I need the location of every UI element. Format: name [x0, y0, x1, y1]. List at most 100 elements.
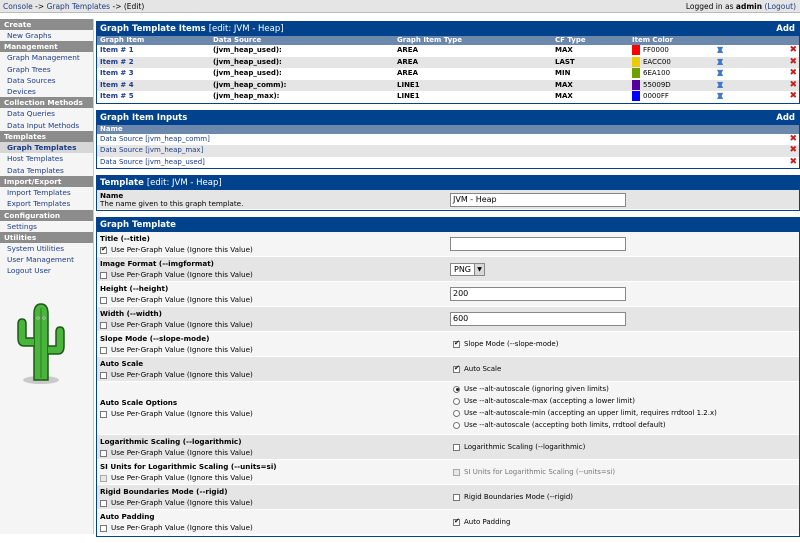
item-color-hex: FF0000: [643, 46, 669, 54]
log-checkbox[interactable]: [453, 443, 460, 451]
template-name-input[interactable]: JVM - Heap: [450, 193, 626, 207]
sidebar-item[interactable]: Graph Management: [0, 52, 93, 63]
width-per-graph: Use Per-Graph Value (Ignore this Value): [100, 320, 253, 329]
sidebar-item[interactable]: Data Templates: [0, 165, 93, 176]
per-graph-checkbox[interactable]: [100, 346, 107, 354]
delete-icon[interactable]: ✖: [789, 134, 797, 146]
per-graph-label: Use Per-Graph Value (Ignore this Value): [111, 370, 253, 379]
item-type: AREA: [397, 46, 419, 54]
sidebar-item[interactable]: Host Templates: [0, 153, 93, 164]
rigid-per-graph: Use Per-Graph Value (Ignore this Value): [100, 498, 253, 507]
item-link[interactable]: Item # 5: [100, 91, 134, 103]
radio-button[interactable]: [453, 397, 460, 405]
col-data-source: Data Source: [213, 36, 262, 44]
panel-header: Template [edit: JVM - Heap]: [97, 176, 799, 190]
item-cf: LAST: [555, 57, 575, 66]
sidebar-item[interactable]: Graph Templates: [0, 142, 93, 154]
per-graph-label: Use Per-Graph Value (Ignore this Value): [111, 409, 253, 418]
input-link[interactable]: Data Source [jvm_heap_used]: [100, 157, 205, 169]
rigid-checkbox[interactable]: [453, 493, 460, 501]
sidebar-item[interactable]: Data Input Methods: [0, 120, 93, 131]
delete-icon[interactable]: ✖: [789, 91, 797, 103]
arrow-up-icon[interactable]: ▲: [717, 80, 723, 89]
arrow-up-icon[interactable]: ▲: [717, 57, 723, 66]
add-input-button[interactable]: Add: [776, 111, 795, 125]
height-input[interactable]: 200: [450, 287, 626, 301]
per-graph-checkbox[interactable]: [100, 474, 107, 482]
add-item-button[interactable]: Add: [776, 22, 795, 36]
imgformat-select[interactable]: PNG ▼: [450, 263, 485, 276]
sidebar-item[interactable]: System Utilities: [0, 243, 93, 254]
item-link[interactable]: Item # 4: [100, 80, 134, 92]
col-name: Name: [100, 124, 123, 133]
item-link[interactable]: Item # 1: [100, 45, 134, 57]
radio-button[interactable]: [453, 409, 460, 417]
delete-icon[interactable]: ✖: [789, 45, 797, 57]
per-graph-checkbox[interactable]: [100, 245, 107, 254]
per-graph-checkbox[interactable]: [100, 499, 107, 507]
per-graph-checkbox[interactable]: [100, 449, 107, 457]
logout-link[interactable]: (Logout): [764, 2, 796, 11]
per-graph-label: Use Per-Graph Value (Ignore this Value): [111, 320, 253, 329]
input-link[interactable]: Data Source [jvm_heap_comm]: [100, 134, 210, 146]
radio-button[interactable]: [453, 385, 460, 393]
delete-icon[interactable]: ✖: [789, 57, 797, 69]
template-panel: Template [edit: JVM - Heap] Name The nam…: [96, 175, 800, 211]
per-graph-checkbox[interactable]: [100, 321, 107, 329]
delete-icon[interactable]: ✖: [789, 145, 797, 157]
login-status: Logged in as admin (Logout): [686, 0, 796, 13]
per-graph-checkbox[interactable]: [100, 410, 107, 418]
rigid-row: Rigid Boundaries Mode (--rigid) Use Per-…: [97, 485, 799, 510]
si-checkbox[interactable]: [453, 468, 460, 476]
item-link[interactable]: Item # 2: [100, 57, 134, 69]
delete-icon[interactable]: ✖: [789, 157, 797, 169]
width-input[interactable]: 600: [450, 312, 626, 326]
per-graph-label: Use Per-Graph Value (Ignore this Value): [111, 498, 253, 507]
per-graph-label: Use Per-Graph Value (Ignore this Value): [111, 448, 253, 457]
radio-button[interactable]: [453, 421, 460, 429]
arrow-up-icon[interactable]: ▲: [717, 45, 723, 54]
sidebar-item[interactable]: Graph Trees: [0, 64, 93, 75]
arrow-up-icon[interactable]: ▲: [717, 68, 723, 77]
breadcrumb-bar: Console -> Graph Templates -> (Edit) Log…: [0, 0, 800, 13]
autoscale-label: Auto Scale: [100, 359, 144, 368]
autopad-checkbox[interactable]: [453, 517, 460, 526]
slope-checkbox[interactable]: [453, 339, 460, 348]
sidebar-item[interactable]: Settings: [0, 221, 93, 232]
item-color-hex: 6EA100: [643, 69, 671, 77]
breadcrumb-console[interactable]: Console: [3, 2, 33, 11]
autopad-option-label: Auto Padding: [464, 518, 511, 526]
delete-icon[interactable]: ✖: [789, 80, 797, 92]
per-graph-checkbox[interactable]: [100, 371, 107, 379]
per-graph-checkbox[interactable]: [100, 296, 107, 304]
sidebar-item[interactable]: Export Templates: [0, 198, 93, 209]
delete-icon[interactable]: ✖: [789, 68, 797, 80]
sidebar-item[interactable]: Logout User: [0, 265, 93, 276]
per-graph-label: Use Per-Graph Value (Ignore this Value): [111, 245, 253, 254]
autoscale-radio-1: Use --alt-autoscale (ignoring given limi…: [453, 385, 609, 393]
sidebar-section-header: Collection Methods: [0, 97, 93, 109]
sidebar-item[interactable]: Import Templates: [0, 187, 93, 198]
log-option-label: Logarithmic Scaling (--logarithmic): [464, 443, 586, 451]
title-input[interactable]: [450, 237, 626, 251]
breadcrumb-graph-templates[interactable]: Graph Templates: [47, 2, 111, 11]
breadcrumb-current: (Edit): [123, 2, 145, 11]
per-graph-checkbox[interactable]: [100, 271, 107, 279]
graph-template-items-panel: Graph Template Items [edit: JVM - Heap] …: [96, 21, 800, 104]
autoscale-checkbox[interactable]: [453, 364, 460, 373]
sidebar-item[interactable]: User Management: [0, 254, 93, 265]
autoscale-options-label: Auto Scale Options: [100, 398, 178, 407]
sidebar-item[interactable]: Devices: [0, 86, 93, 97]
sidebar-item[interactable]: New Graphs: [0, 30, 93, 41]
input-link[interactable]: Data Source [jvm_heap_max]: [100, 145, 203, 157]
sidebar-section-header: Management: [0, 41, 93, 53]
color-swatch: [632, 68, 640, 78]
si-option: SI Units for Logarithmic Scaling (--unit…: [453, 468, 615, 476]
arrow-up-icon[interactable]: ▲: [717, 91, 723, 100]
per-graph-checkbox[interactable]: [100, 524, 107, 532]
item-type: AREA: [397, 57, 419, 66]
item-link[interactable]: Item # 3: [100, 68, 134, 80]
panel-header: Graph Template Items [edit: JVM - Heap] …: [97, 22, 799, 36]
sidebar-item[interactable]: Data Queries: [0, 108, 93, 119]
sidebar-item[interactable]: Data Sources: [0, 75, 93, 86]
